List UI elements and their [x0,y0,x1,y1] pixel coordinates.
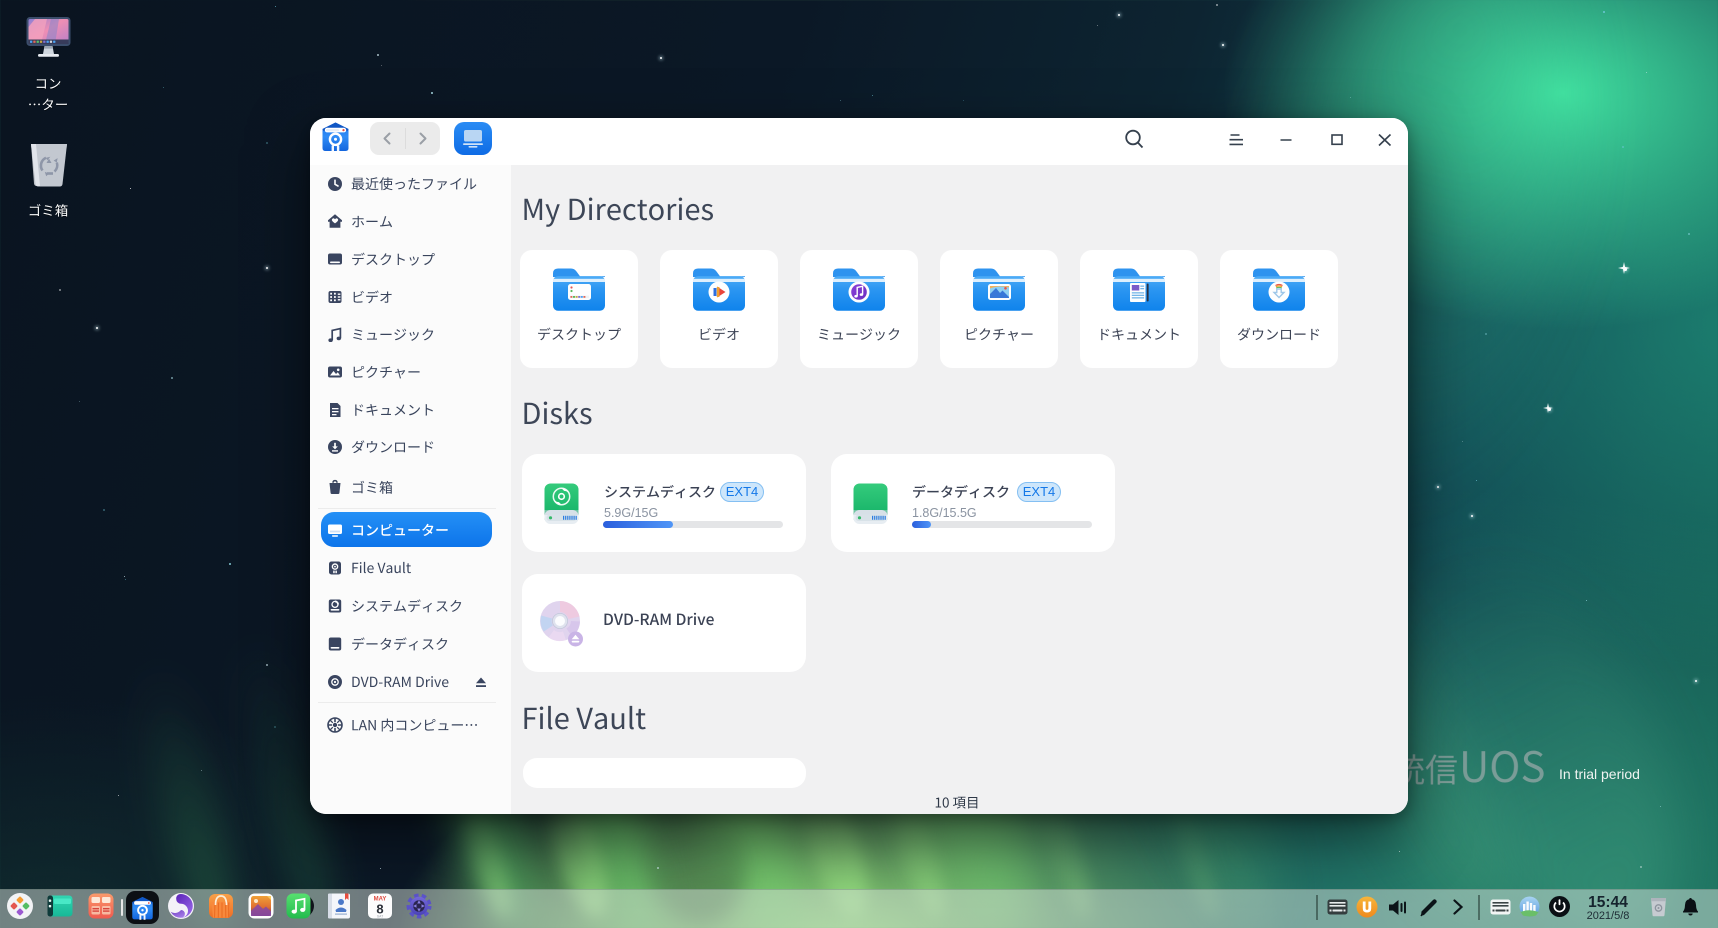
svg-text:SAT: SAT [377,915,383,919]
